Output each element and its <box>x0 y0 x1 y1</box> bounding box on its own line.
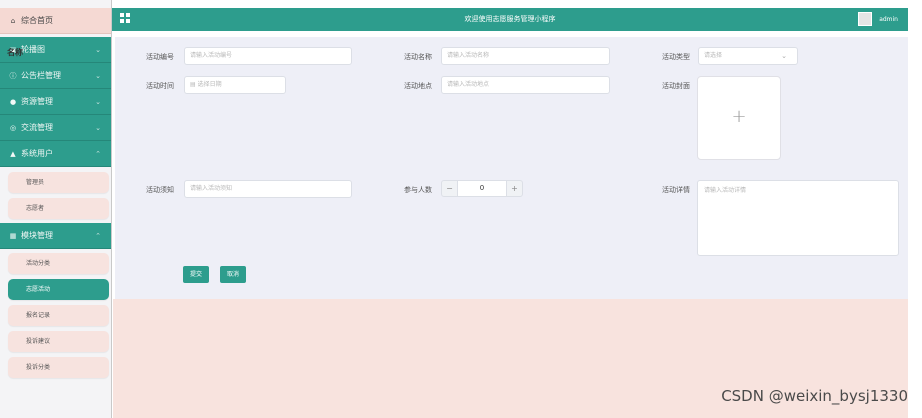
submenu-signup-records[interactable]: 报名记录 <box>8 305 109 326</box>
overlay-label: 名称 <box>7 48 23 57</box>
chevron-down-icon: ⌄ <box>95 124 101 132</box>
submit-button[interactable]: 提交 <box>183 266 210 283</box>
menu-home-label: 综合首页 <box>21 16 53 25</box>
page-title: 欢迎使用志愿服务管理小程序 <box>464 15 556 23</box>
username[interactable]: admin <box>879 8 898 31</box>
date-picker[interactable]: ▤ 选择日期 <box>184 76 286 94</box>
menu-modules[interactable]: ▦ 模块管理 ⌃ <box>0 223 111 249</box>
submenu-complaints[interactable]: 投诉建议 <box>8 331 109 352</box>
count-label: 参与人数 <box>404 186 432 194</box>
calendar-icon: ▤ <box>190 81 198 88</box>
user-icon: ▲ <box>10 150 16 158</box>
cover-label: 活动封面 <box>662 82 690 90</box>
count-value[interactable]: 0 <box>458 180 506 197</box>
menu-resource-label: 资源管理 <box>21 97 53 106</box>
menu-carousel-label: 轮播图 <box>21 45 45 54</box>
notice-label: 活动须知 <box>146 186 174 194</box>
menu-notice-label: 公告栏管理 <box>21 71 61 80</box>
detail-label: 活动详情 <box>662 186 690 194</box>
chevron-up-icon: ⌃ <box>95 232 101 240</box>
menu-exchange[interactable]: ◎ 交流管理 ⌄ <box>0 115 111 141</box>
notice-input[interactable]: 请输入活动须知 <box>184 180 352 198</box>
chevron-down-icon: ⌄ <box>95 46 101 54</box>
cover-upload[interactable]: + <box>697 76 781 160</box>
chevron-down-icon: ⌄ <box>781 52 787 60</box>
menu-system-users[interactable]: ▲ 系统用户 ⌃ <box>0 141 111 167</box>
top-bar: 欢迎使用志愿服务管理小程序 admin <box>112 8 908 31</box>
time-label: 活动时间 <box>146 82 174 90</box>
date-picker-placeholder: 选择日期 <box>197 81 222 88</box>
chevron-down-icon: ⌄ <box>95 98 101 106</box>
code-input[interactable]: 请输入活动编号 <box>184 47 352 65</box>
info-circle-icon: ⓘ <box>9 72 17 80</box>
submenu-activity-category[interactable]: 活动分类 <box>8 253 109 274</box>
name-input[interactable]: 请输入活动名称 <box>441 47 610 65</box>
name-label: 活动名称 <box>404 53 432 61</box>
place-label: 活动地点 <box>404 82 432 90</box>
chevron-up-icon: ⌃ <box>95 150 101 158</box>
plus-icon: + <box>731 106 747 127</box>
increment-button[interactable]: + <box>506 180 523 197</box>
place-input[interactable]: 请输入活动地点 <box>441 76 610 94</box>
type-label: 活动类型 <box>662 53 690 61</box>
menu-system-users-label: 系统用户 <box>21 149 53 158</box>
avatar[interactable] <box>858 12 872 26</box>
type-select[interactable]: 请选择 ⌄ <box>698 47 798 65</box>
type-select-placeholder: 请选择 <box>704 52 723 59</box>
decrement-button[interactable]: − <box>441 180 458 197</box>
menu-home[interactable]: ⌂ 综合首页 <box>0 8 111 34</box>
submenu-admin[interactable]: 管理员 <box>8 172 109 193</box>
count-stepper: − 0 + <box>441 180 523 197</box>
bulb-icon: ● <box>9 98 17 106</box>
submenu-volunteer[interactable]: 志愿者 <box>8 198 109 219</box>
detail-textarea[interactable]: 请输入活动详情 <box>697 180 899 256</box>
menu-modules-label: 模块管理 <box>21 231 53 240</box>
menu-exchange-label: 交流管理 <box>21 123 53 132</box>
cancel-button[interactable]: 取消 <box>220 266 247 283</box>
home-icon: ⌂ <box>10 17 16 25</box>
watermark: CSDN @weixin_bysj1330 <box>721 387 908 405</box>
code-label: 活动编号 <box>146 53 174 61</box>
submenu-volunteer-activity[interactable]: 志愿活动 <box>8 279 109 300</box>
submenu-complaint-category[interactable]: 投诉分类 <box>8 357 109 378</box>
chevron-down-icon: ⌄ <box>95 72 101 80</box>
menu-resource[interactable]: ● 资源管理 ⌄ <box>0 89 111 115</box>
sidebar: ⌂ 综合首页 ▣ 轮播图 ⌄ ⓘ 公告栏管理 ⌄ ● 资源管理 ⌄ ◎ 交流管理 ⌄ ▲ 系统用户 ⌃… <box>0 0 112 418</box>
grid-icon: ▦ <box>9 232 17 240</box>
menu-notice[interactable]: ⓘ 公告栏管理 ⌄ <box>0 63 111 89</box>
chat-icon: ◎ <box>9 124 17 132</box>
